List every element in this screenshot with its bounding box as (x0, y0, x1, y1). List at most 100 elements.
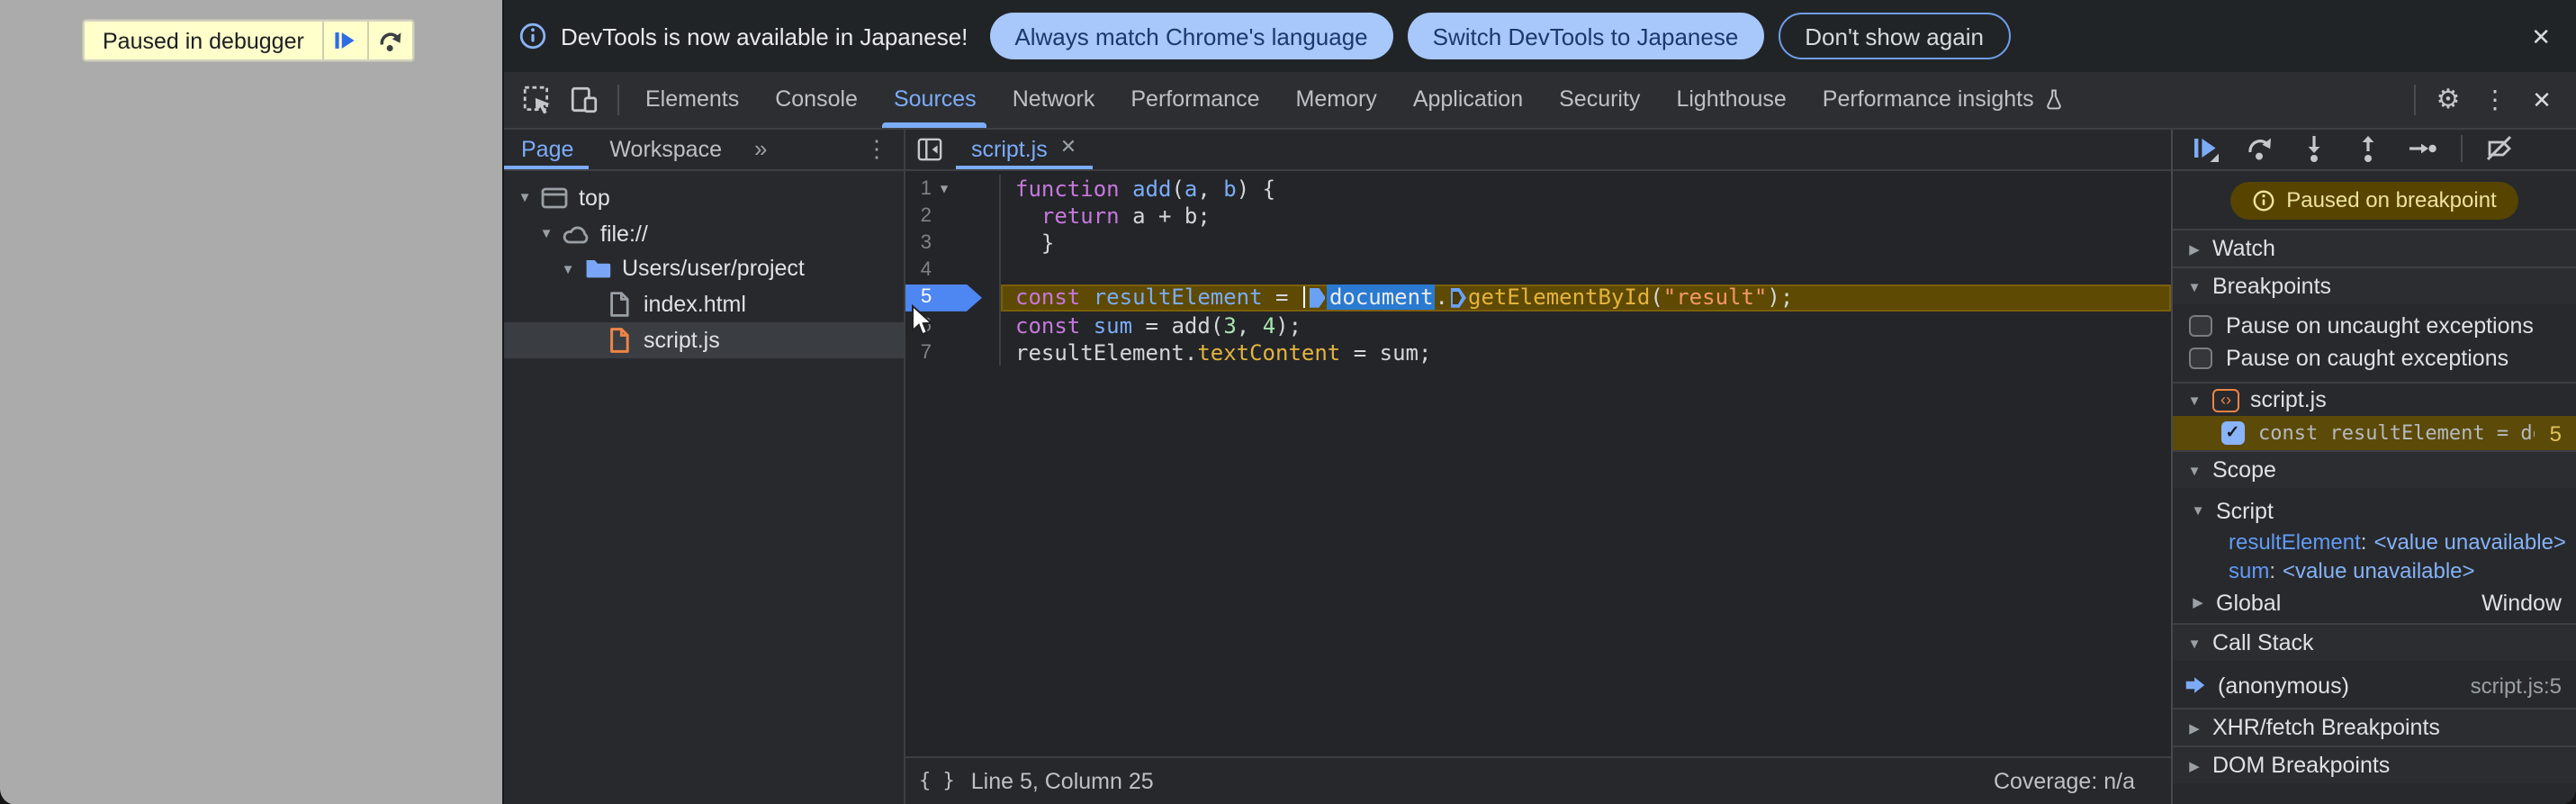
call-stack-frame[interactable]: (anonymous) script.js:5 (2173, 668, 2576, 702)
tab-memory[interactable]: Memory (1278, 72, 1395, 127)
tab-security[interactable]: Security (1541, 72, 1658, 127)
paused-message-row: Paused on breakpoint (2173, 171, 2576, 229)
step-over-button[interactable] (2245, 134, 2275, 165)
cloud-icon (562, 225, 588, 243)
breakpoint-enabled-checkbox[interactable]: ✓ (2221, 421, 2244, 445)
pause-caught-checkbox[interactable] (2189, 347, 2211, 370)
deactivate-breakpoints-icon (2486, 136, 2512, 161)
expanded-triangle-icon[interactable]: ▼ (514, 190, 536, 206)
pretty-print-icon[interactable]: { } (919, 770, 955, 793)
dom-breakpoints-section-header[interactable]: ▶ DOM Breakpoints (2173, 745, 2576, 783)
flask-icon (2046, 89, 2061, 109)
expanded-triangle-icon: ▼ (2187, 462, 2202, 478)
tab-performance[interactable]: Performance (1112, 72, 1277, 127)
pause-uncaught-exceptions-row[interactable]: Pause on uncaught exceptions (2173, 310, 2576, 342)
resume-script-button[interactable] (2191, 134, 2221, 165)
editor-tab-scriptjs[interactable]: script.js ✕ (955, 129, 1093, 169)
scope-variable-resultelement[interactable]: resultElement: <value unavailable> (2173, 528, 2576, 556)
infobar-close-icon[interactable]: ✕ (2531, 24, 2551, 48)
more-tabs-chevron-icon[interactable]: » (754, 136, 767, 163)
code-line-text: const resultElement = document. getElemen… (1001, 284, 2171, 312)
scope-script-group[interactable]: ▼ Script (2173, 493, 2576, 528)
code-line-6[interactable]: 6 const sum = add(3, 4); (905, 311, 2171, 339)
editor-tab-close-icon[interactable]: ✕ (1060, 139, 1076, 159)
expanded-triangle-icon[interactable]: ▼ (557, 261, 579, 277)
always-match-language-button[interactable]: Always match Chrome's language (989, 13, 1393, 59)
step-into-button[interactable] (2299, 134, 2329, 165)
devtools-close-icon[interactable]: ✕ (2518, 72, 2565, 127)
collapsed-triangle-icon: ▶ (2189, 757, 2200, 773)
variable-colon: : (2269, 558, 2276, 583)
tree-item-label: top (579, 185, 610, 211)
line-number[interactable]: 1 (905, 177, 932, 199)
paused-banner-label: Paused in debugger (103, 28, 304, 53)
xhr-breakpoints-section-header[interactable]: ▶ XHR/fetch Breakpoints (2173, 708, 2576, 745)
settings-gear-icon[interactable]: ⚙ (2425, 72, 2472, 127)
step-out-button[interactable] (2353, 134, 2383, 165)
line-number[interactable]: 7 (905, 341, 932, 363)
tree-item-index-html[interactable]: index.html (503, 287, 903, 323)
tab-elements[interactable]: Elements (627, 72, 757, 127)
pause-uncaught-checkbox[interactable] (2189, 314, 2211, 338)
dont-show-again-button[interactable]: Don't show again (1778, 13, 2011, 59)
inline-breakpoint-marker[interactable] (1450, 287, 1466, 308)
deactivate-breakpoints-button[interactable] (2484, 134, 2515, 165)
tab-lighthouse[interactable]: Lighthouse (1658, 72, 1804, 127)
banner-step-over-button[interactable] (366, 22, 412, 59)
pause-caught-exceptions-row[interactable]: Pause on caught exceptions (2173, 342, 2576, 375)
code-line-3[interactable]: 3 } (905, 229, 2171, 257)
navigator-tab-page[interactable]: Page (502, 129, 589, 169)
scope-variable-sum[interactable]: sum: <value unavailable> (2173, 556, 2576, 585)
scope-body: ▼ Script resultElement: <value unavailabl… (2173, 488, 2576, 623)
line-number[interactable]: 4 (905, 259, 932, 281)
resume-icon (2194, 139, 2219, 163)
hide-navigator-button[interactable] (905, 137, 955, 162)
call-stack-title: Call Stack (2212, 630, 2314, 655)
screenshot-root: Paused in debugger DevTools is now avail… (0, 0, 2576, 804)
tab-sources[interactable]: Sources (876, 72, 995, 127)
tab-network[interactable]: Network (995, 72, 1113, 127)
navigator-tab-workspace[interactable]: Workspace (606, 129, 725, 169)
js-file-icon (609, 328, 628, 354)
watch-section-header[interactable]: ▶ Watch (2173, 229, 2576, 266)
inline-breakpoint-marker-active[interactable] (1309, 287, 1326, 308)
tree-item-script-js[interactable]: script.js (503, 322, 903, 358)
code-editor[interactable]: 1 ▼ function add(a, b) {2 return a + b; 3 }… (905, 171, 2171, 756)
tree-item-file[interactable]: ▼ file:// (503, 216, 903, 252)
code-line-1[interactable]: 1 ▼ function add(a, b) { (905, 175, 2171, 203)
expanded-triangle-icon[interactable]: ▼ (536, 225, 557, 241)
scope-global-group[interactable]: ▶ Global Window (2173, 585, 2576, 619)
code-line-4[interactable]: 4 (905, 257, 2171, 285)
code-fold-icon[interactable]: ▼ (932, 181, 957, 195)
code-line-7[interactable]: 7 resultElement. textContent = sum; (905, 339, 2171, 366)
tab-application[interactable]: Application (1395, 72, 1541, 127)
line-number[interactable]: 3 (905, 232, 932, 254)
banner-resume-button[interactable] (321, 22, 367, 59)
call-stack-section-header[interactable]: ▼ Call Stack (2173, 623, 2576, 661)
tab-performance-insights[interactable]: Performance insights (1805, 72, 2083, 127)
collapsed-triangle-icon: ▶ (2189, 240, 2200, 257)
tree-item-top[interactable]: ▼ top (503, 180, 903, 216)
info-icon (518, 23, 545, 50)
inspect-element-button[interactable] (514, 72, 561, 127)
breakpoint-entry-line5[interactable]: ✓ const resultElement = doc··· 5 (2173, 416, 2576, 450)
toggle-device-toolbar-button[interactable] (561, 72, 608, 127)
switch-devtools-japanese-button[interactable]: Switch DevTools to Japanese (1407, 13, 1764, 59)
tab-label: Lighthouse (1676, 86, 1787, 113)
info-icon (2253, 189, 2274, 211)
tree-item-users-user-project[interactable]: ▼ Users/user/project (503, 251, 903, 287)
file-navigator: Page Workspace » ⋮ ▼ top ▼ file:// ▼ Users/us… (502, 129, 905, 804)
code-token: = (1262, 285, 1302, 311)
tab-label: Performance insights (1822, 86, 2034, 113)
breakpoint-file-group[interactable]: ▼ ‹› script.js (2173, 382, 2576, 416)
navigator-kebab-icon[interactable]: ⋮ (865, 135, 888, 164)
line-number[interactable]: 2 (905, 205, 932, 227)
step-button[interactable] (2407, 134, 2437, 165)
code-line-2[interactable]: 2 return a + b; (905, 202, 2171, 230)
tab-console[interactable]: Console (757, 72, 876, 127)
scope-section-header[interactable]: ▼ Scope (2173, 450, 2576, 488)
more-options-kebab-icon[interactable]: ⋮ (2472, 72, 2518, 127)
breakpoints-section-header[interactable]: ▼ Breakpoints (2173, 266, 2576, 304)
code-line-5[interactable]: 5const resultElement = document.getEleme… (905, 284, 2171, 312)
resume-icon (336, 32, 356, 49)
